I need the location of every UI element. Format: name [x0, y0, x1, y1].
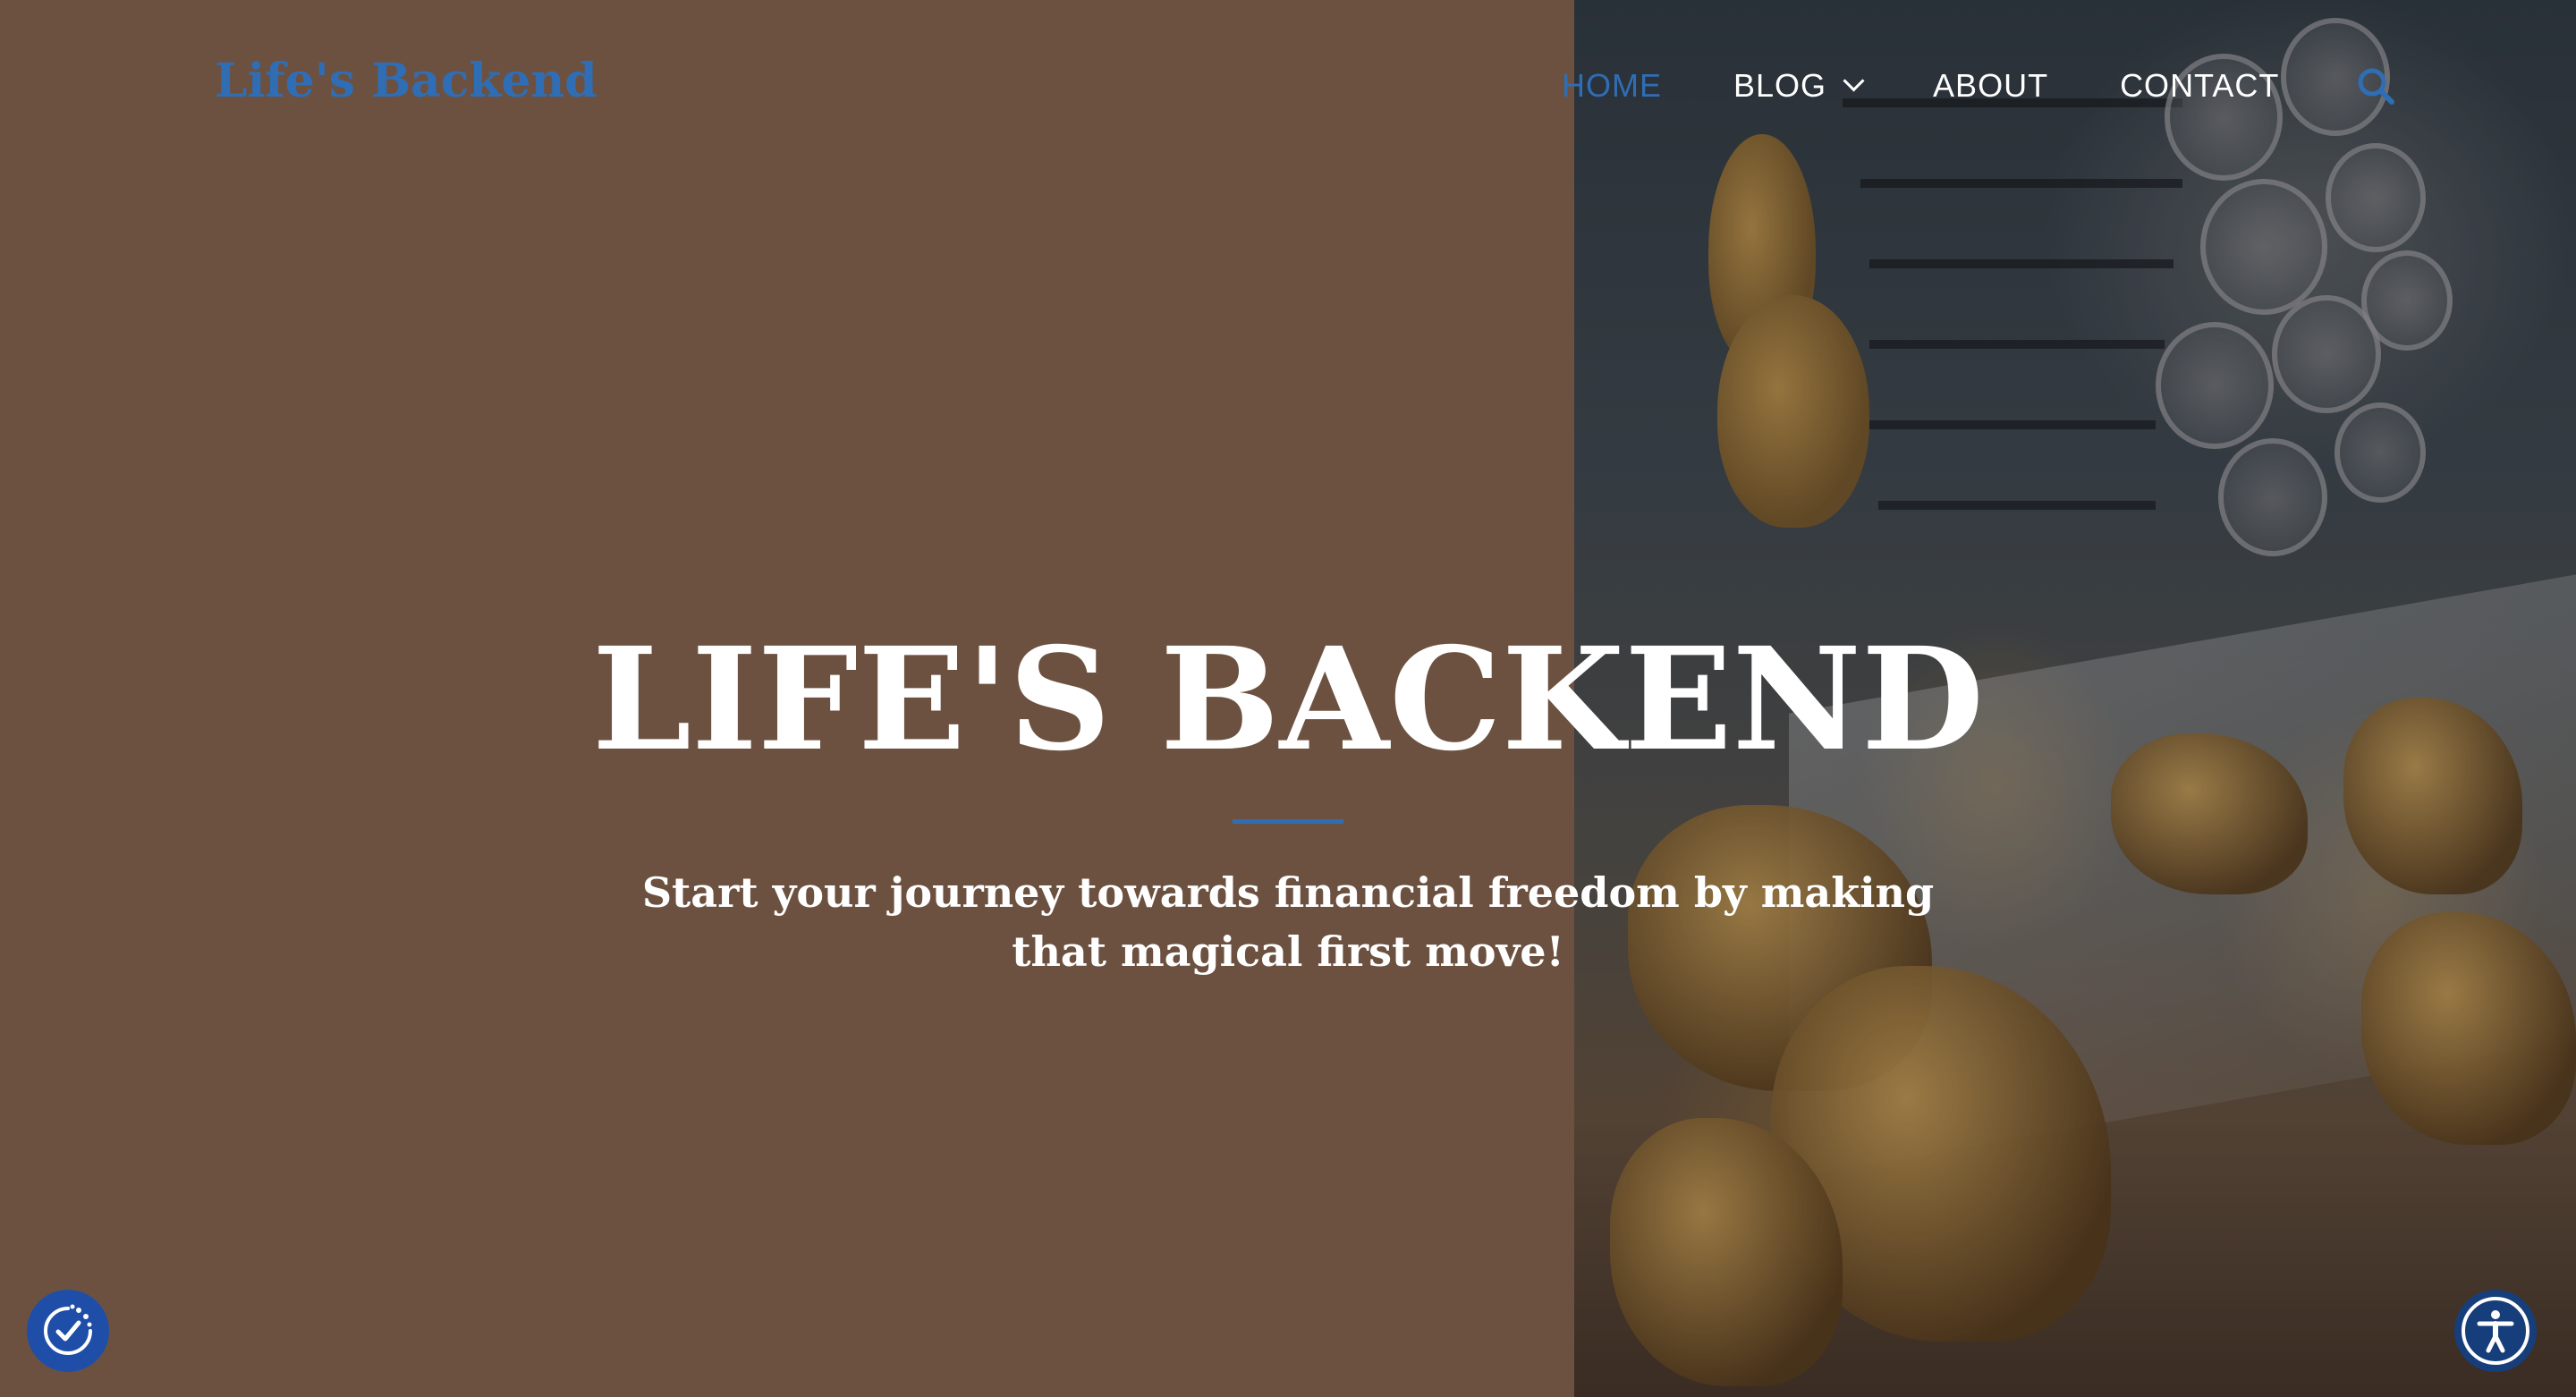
search-icon [2358, 68, 2395, 105]
hero-subtitle: Start your journey towards financial fre… [641, 868, 1935, 976]
accessibility-button[interactable] [2454, 1290, 2537, 1372]
cookie-consent-button[interactable] [27, 1290, 109, 1372]
cookie-consent-icon [44, 1304, 92, 1355]
nav-item-home[interactable]: HOME [1562, 67, 1662, 105]
nav-item-contact[interactable]: CONTACT [2120, 67, 2279, 105]
chevron-down-icon [1843, 69, 1865, 92]
nav-item-contact-label: CONTACT [2120, 67, 2280, 104]
site-header: Life's Backend HOME BLOG ABOUT CONTACT [0, 0, 2576, 179]
nav-item-about-label: ABOUT [1933, 67, 2049, 104]
hero-section: LIFE'S BACKEND Start your journey toward… [0, 626, 2576, 981]
accessibility-icon [2462, 1297, 2529, 1365]
nav-item-about[interactable]: ABOUT [1933, 67, 2048, 105]
site-logo-link[interactable]: Life's Backend [215, 54, 597, 108]
page: Life's Backend HOME BLOG ABOUT CONTACT L… [0, 0, 2576, 1397]
nav-item-blog[interactable]: BLOG [1733, 67, 1865, 105]
main-nav: HOME BLOG ABOUT CONTACT [1562, 64, 2397, 107]
nav-item-home-label: HOME [1562, 67, 1662, 104]
hero-divider [1233, 818, 1343, 824]
hero-title: LIFE'S BACKEND [591, 617, 1985, 783]
search-button[interactable] [2354, 64, 2397, 107]
nav-item-blog-label: BLOG [1733, 67, 1827, 104]
